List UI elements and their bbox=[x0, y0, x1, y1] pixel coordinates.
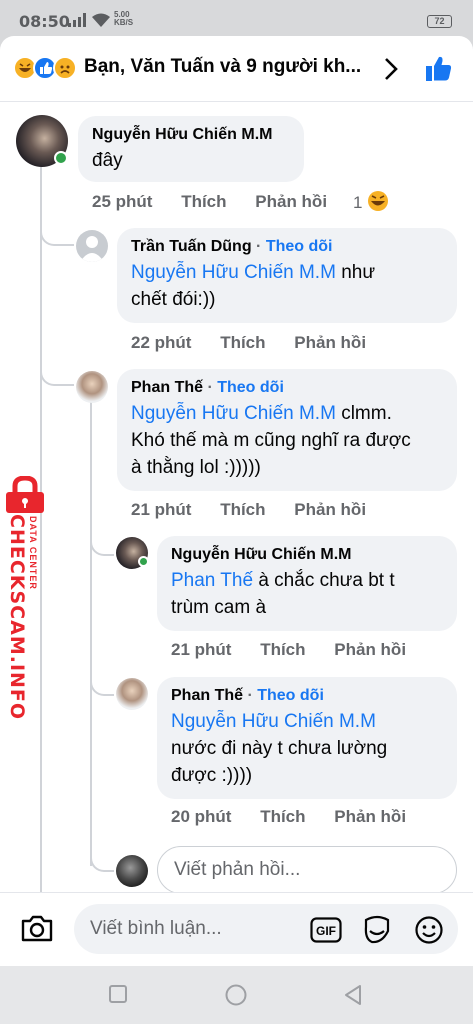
reply-link[interactable]: Phản hồi bbox=[334, 640, 406, 660]
sticker-icon[interactable] bbox=[362, 915, 392, 945]
online-indicator bbox=[138, 556, 149, 567]
haha-icon bbox=[368, 191, 389, 211]
follow-button[interactable]: Theo dõi bbox=[266, 238, 333, 255]
reaction-count-number: 1 bbox=[353, 193, 363, 212]
comment-composer: Viết bình luận... GIF bbox=[0, 892, 473, 966]
system-nav-bar bbox=[0, 966, 473, 1024]
mention-link[interactable]: Phan Thế bbox=[171, 570, 253, 591]
like-link[interactable]: Thích bbox=[220, 500, 265, 520]
like-link[interactable]: Thích bbox=[260, 640, 305, 660]
mention-link[interactable]: Nguyễn Hữu Chiến M.M bbox=[131, 403, 336, 424]
like-link[interactable]: Thích bbox=[260, 807, 305, 827]
follow-button[interactable]: Theo dõi bbox=[257, 687, 324, 704]
camera-icon[interactable] bbox=[20, 913, 54, 943]
circle-nav-icon[interactable] bbox=[225, 984, 247, 1006]
sad-icon bbox=[53, 56, 77, 80]
net-speed: 5.00 KB/S bbox=[114, 11, 133, 27]
comment-actions: 21 phút Thích Phản hồi bbox=[131, 500, 366, 520]
avatar[interactable] bbox=[76, 371, 108, 403]
comment-bubble: Trần Tuấn Dũng · Theo dõi Nguyễn Hữu Chi… bbox=[117, 228, 457, 323]
thread-connector bbox=[40, 356, 74, 386]
reply-link[interactable]: Phản hồi bbox=[294, 500, 366, 520]
thread-connector bbox=[90, 516, 114, 556]
comments-sheet: Bạn, Văn Tuấn và 9 người kh... Nguyễn Hữ… bbox=[0, 36, 473, 966]
comment-text: đây bbox=[92, 150, 123, 171]
comment-text: nước đi này t chưa lường bbox=[171, 738, 388, 759]
comment-author[interactable]: Phan Thế bbox=[171, 687, 243, 704]
comment-time: 25 phút bbox=[92, 192, 153, 211]
status-time: 08:50 bbox=[19, 12, 70, 31]
like-link[interactable]: Thích bbox=[220, 333, 265, 353]
comment-text: được :)))) bbox=[171, 765, 253, 786]
thread-connector bbox=[40, 216, 74, 246]
comment-actions: 20 phút Thích Phản hồi bbox=[171, 807, 406, 827]
comment-text: à chắc chưa bt t bbox=[253, 570, 395, 591]
comment-author[interactable]: Phan Thế bbox=[131, 379, 203, 396]
watermark-brand: CHECKSCAM.INFO bbox=[6, 514, 28, 721]
comment-text: à thằng lol :))))) bbox=[131, 457, 261, 478]
comment-text: clmm. bbox=[335, 403, 392, 424]
online-indicator bbox=[54, 151, 68, 165]
lock-icon bbox=[6, 476, 44, 513]
screen: 08:50 5.00 KB/S 72 Bạn, Văn Tuấn và 9 ng… bbox=[0, 0, 473, 1024]
comment-bubble: Nguyễn Hữu Chiến M.M Phan Thế à chắc chư… bbox=[157, 536, 457, 631]
gif-label: GIF bbox=[316, 924, 336, 938]
comment-author[interactable]: Nguyễn Hữu Chiến M.M bbox=[171, 546, 443, 564]
square-nav-icon[interactable] bbox=[108, 984, 128, 1004]
mention-link[interactable]: Nguyễn Hữu Chiến M.M bbox=[171, 711, 376, 732]
comment-text: như bbox=[335, 262, 376, 283]
current-user-avatar bbox=[116, 855, 148, 887]
comment-text: chết đói:)) bbox=[131, 289, 216, 310]
back-nav-icon[interactable] bbox=[343, 984, 363, 1006]
thread-connector bbox=[90, 836, 114, 872]
comment-bubble: Phan Thế · Theo dõi Nguyễn Hữu Chiến M.M… bbox=[157, 677, 457, 799]
thread-connector bbox=[90, 656, 114, 696]
reply-link[interactable]: Phản hồi bbox=[294, 333, 366, 353]
reactions-header[interactable]: Bạn, Văn Tuấn và 9 người kh... bbox=[0, 36, 473, 102]
comment-input[interactable]: Viết bình luận... GIF bbox=[74, 904, 458, 954]
reply-placeholder: Viết phản hồi... bbox=[174, 859, 301, 880]
chevron-right-icon[interactable] bbox=[383, 56, 399, 82]
gif-icon[interactable]: GIF bbox=[310, 917, 342, 943]
reactions-summary: Bạn, Văn Tuấn và 9 người kh... bbox=[84, 56, 362, 77]
battery-level: 72 bbox=[434, 16, 445, 26]
mention-link[interactable]: Nguyễn Hữu Chiến M.M bbox=[131, 262, 336, 283]
reply-link[interactable]: Phản hồi bbox=[255, 192, 327, 212]
comment-time: 21 phút bbox=[171, 640, 232, 659]
like-link[interactable]: Thích bbox=[181, 192, 226, 212]
comment-text: trùm cam à bbox=[171, 597, 267, 618]
comment-text: Khó thế mà m cũng nghĩ ra được bbox=[131, 430, 411, 451]
wifi-icon bbox=[92, 13, 110, 27]
comment-time: 21 phút bbox=[131, 500, 192, 519]
comment-placeholder: Viết bình luận... bbox=[90, 918, 222, 939]
comment-time: 20 phút bbox=[171, 807, 232, 826]
reply-link[interactable]: Phản hồi bbox=[334, 807, 406, 827]
comment-actions: 25 phút Thích Phản hồi bbox=[92, 192, 327, 212]
comment-bubble: Phan Thế · Theo dõi Nguyễn Hữu Chiến M.M… bbox=[117, 369, 457, 491]
reply-input[interactable]: Viết phản hồi... bbox=[157, 846, 457, 894]
status-bar: 08:50 5.00 KB/S 72 bbox=[0, 0, 473, 40]
follow-button[interactable]: Theo dõi bbox=[217, 379, 284, 396]
avatar[interactable] bbox=[116, 678, 148, 710]
reaction-icons bbox=[13, 56, 79, 80]
comment-bubble: Nguyễn Hữu Chiến M.M đây bbox=[78, 116, 304, 182]
watermark-tag: DATA CENTER bbox=[28, 516, 38, 590]
comment-actions: 22 phút Thích Phản hồi bbox=[131, 333, 366, 353]
comment-actions: 21 phút Thích Phản hồi bbox=[171, 640, 406, 660]
comment-time: 22 phút bbox=[131, 333, 192, 352]
signal-icon bbox=[68, 13, 86, 27]
watermark: CHECKSCAM.INFO DATA CENTER bbox=[0, 476, 48, 720]
emoji-icon[interactable] bbox=[414, 915, 444, 945]
thread-line-nested bbox=[90, 396, 92, 866]
comment-author[interactable]: Trần Tuấn Dũng bbox=[131, 238, 252, 255]
comment-author[interactable]: Nguyễn Hữu Chiến M.M bbox=[92, 126, 290, 144]
net-speed-unit: KB/S bbox=[114, 18, 134, 27]
avatar[interactable] bbox=[76, 230, 108, 262]
thumbs-up-icon[interactable] bbox=[424, 54, 454, 84]
reaction-count[interactable]: 1 bbox=[353, 190, 389, 213]
battery-icon: 72 bbox=[427, 15, 452, 28]
